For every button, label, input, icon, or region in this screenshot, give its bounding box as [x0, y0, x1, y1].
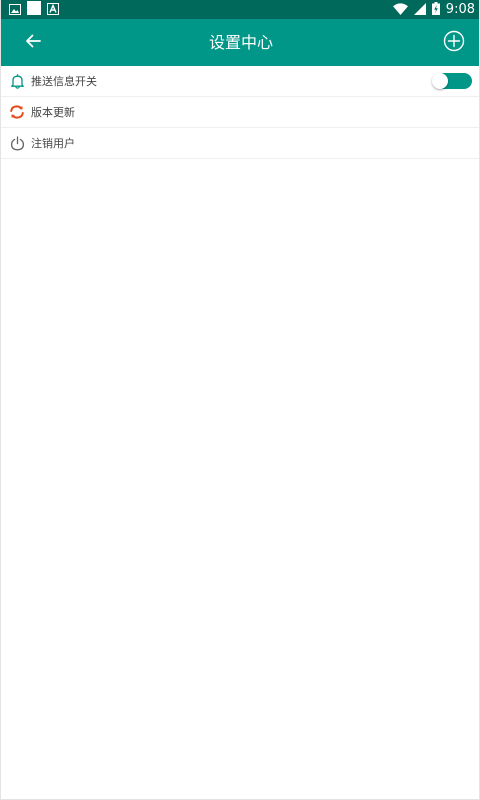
white-square-icon [27, 0, 41, 19]
settings-page: 9:08 设置中心 推送信息开关 版本更新 注销用户 [0, 0, 480, 800]
refresh-icon [9, 104, 25, 120]
plus-circle-icon [443, 30, 465, 56]
power-icon [9, 135, 25, 151]
status-clock: 9:08 [445, 2, 475, 17]
setting-label: 注销用户 [31, 137, 75, 150]
toggle-thumb [432, 73, 448, 89]
image-icon [9, 0, 21, 19]
wifi-icon [392, 0, 408, 19]
app-bar: 设置中心 [1, 19, 479, 66]
a-notification-icon [47, 0, 59, 19]
settings-list: 推送信息开关 版本更新 注销用户 [1, 66, 479, 159]
push-notification-toggle[interactable] [432, 73, 472, 89]
page-title: 设置中心 [208, 33, 273, 52]
bell-icon [9, 73, 25, 89]
status-bar: 9:08 [1, 0, 479, 19]
add-button[interactable] [441, 30, 467, 56]
setting-label: 推送信息开关 [31, 75, 97, 88]
status-notifications [9, 0, 59, 19]
setting-label: 版本更新 [31, 106, 75, 119]
setting-version-update[interactable]: 版本更新 [1, 97, 479, 128]
battery-charging-icon [431, 0, 440, 19]
setting-logout[interactable]: 注销用户 [1, 128, 479, 159]
signal-icon [413, 0, 426, 19]
status-system-icons: 9:08 [392, 0, 475, 19]
setting-push-notifications: 推送信息开关 [1, 66, 479, 97]
